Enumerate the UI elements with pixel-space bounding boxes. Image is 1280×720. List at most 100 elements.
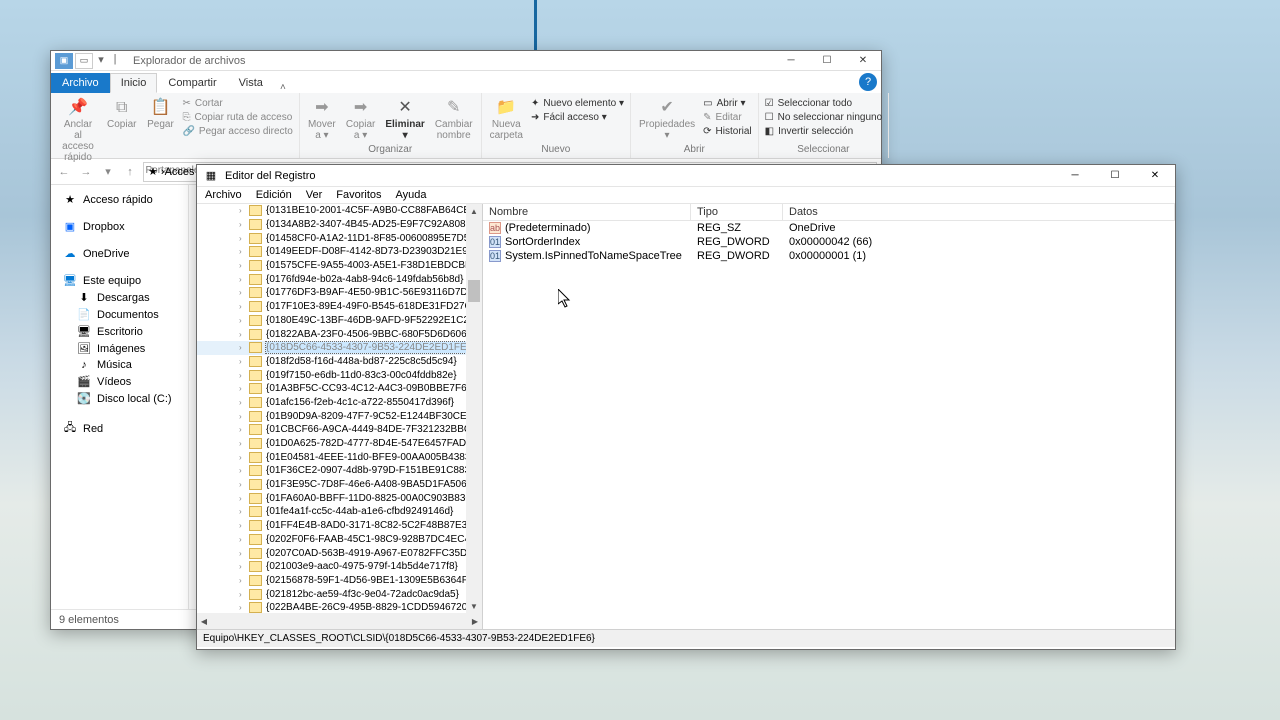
tab-archivo[interactable]: Archivo (51, 73, 110, 93)
cut-button[interactable]: ✂Cortar (180, 97, 294, 110)
tree-key-row[interactable]: ›{01F3E95C-7D8F-46e6-A408-9BA5D1FA5067} (197, 478, 482, 492)
tree-key-row[interactable]: ›{01FA60A0-BBFF-11D0-8825-00A0C903B83C} (197, 491, 482, 505)
history-button[interactable]: ⟳Historial (701, 125, 754, 138)
explorer-titlebar[interactable]: ▣ ▭ ▾ | Explorador de archivos ─ ☐ ✕ (51, 51, 881, 71)
paste-button[interactable]: 📋Pegar (142, 95, 178, 132)
select-all-button[interactable]: ☑Seleccionar todo (763, 97, 884, 110)
regedit-tree-hscroll[interactable]: ◀ ▶ (197, 613, 482, 629)
sidebar-desktop[interactable]: 🖥Escritorio (55, 323, 184, 340)
tree-key-row[interactable]: ›{01B90D9A-8209-47F7-9C52-E1244BF30CED} (197, 409, 482, 423)
tree-key-row[interactable]: ›{019f7150-e6db-11d0-83c3-00c04fddb82e} (197, 368, 482, 382)
col-type[interactable]: Tipo (691, 204, 783, 220)
pin-button[interactable]: 📌Anclar al acceso rápido (55, 95, 101, 165)
select-none-button[interactable]: ☐No seleccionar ninguno (763, 111, 884, 124)
tree-key-row[interactable]: ›{01575CFE-9A55-4003-A5E1-F38D1EBDCBE1} (197, 259, 482, 273)
scroll-up-icon[interactable]: ▲ (466, 204, 482, 218)
open-button[interactable]: ▭Abrir ▾ (701, 97, 754, 110)
tab-inicio[interactable]: Inicio (110, 73, 158, 93)
regedit-tree-vscroll[interactable]: ▲ ▼ (466, 204, 482, 613)
tree-key-row[interactable]: ›{0149EEDF-D08F-4142-8D73-D23903D21E90} (197, 245, 482, 259)
sidebar-this-pc[interactable]: 🖥Este equipo (55, 272, 184, 289)
scroll-down-icon[interactable]: ▼ (466, 599, 482, 613)
tree-key-row[interactable]: ›{01458CF0-A1A2-11D1-8F85-00600895E7D5} (197, 231, 482, 245)
new-folder-button[interactable]: 📁Nueva carpeta (486, 95, 527, 143)
tree-key-row[interactable]: ›{021003e9-aac0-4975-979f-14b5d4e717f8} (197, 560, 482, 574)
value-row[interactable]: 01SortOrderIndexREG_DWORD0x00000042 (66) (483, 235, 1175, 249)
rename-button[interactable]: ✎Cambiar nombre (431, 95, 477, 143)
nav-up-button[interactable]: ↑ (121, 163, 139, 181)
regedit-close-button[interactable]: ✕ (1135, 166, 1175, 186)
paste-shortcut-button[interactable]: 🔗Pegar acceso directo (180, 125, 294, 138)
explorer-maximize-button[interactable]: ☐ (809, 52, 845, 70)
new-item-button[interactable]: ✦Nuevo elemento ▾ (529, 97, 626, 110)
sidebar-videos[interactable]: 🎬Vídeos (55, 373, 184, 390)
tree-key-row[interactable]: ›{01CBCF66-A9CA-4449-84DE-7F321232BBC7} (197, 423, 482, 437)
menu-edicion[interactable]: Edición (256, 189, 292, 201)
sidebar-dropbox[interactable]: ▣Dropbox (55, 218, 184, 235)
tree-key-row[interactable]: ›{018D5C66-4533-4307-9B53-224DE2ED1FE6} (197, 341, 482, 355)
qat-folder-icon[interactable]: ▣ (55, 53, 73, 69)
qat-customize-icon[interactable]: ▾ (95, 53, 107, 69)
properties-button[interactable]: ✔Propiedades ▾ (635, 95, 699, 143)
sidebar-onedrive[interactable]: ☁OneDrive (55, 245, 184, 262)
nav-back-button[interactable]: ← (55, 163, 73, 181)
tree-key-row[interactable]: ›{018f2d58-f16d-448a-bd87-225c8c5d5c94} (197, 355, 482, 369)
delete-button[interactable]: ✕Eliminar ▾ (381, 95, 428, 143)
tree-key-row[interactable]: ›{02156878-59F1-4D56-9BE1-1309E5B6364F} (197, 574, 482, 588)
sidebar-pictures[interactable]: 🖼Imágenes (55, 340, 184, 357)
col-name[interactable]: Nombre (483, 204, 691, 220)
tree-key-row[interactable]: ›{01E04581-4EEE-11d0-BFE9-00AA005B4383} (197, 450, 482, 464)
qat-props-icon[interactable]: ▭ (75, 53, 93, 69)
tree-key-row[interactable]: ›{021812bc-ae59-4f3c-9e04-72adc0ac9da5} (197, 587, 482, 601)
tree-key-row[interactable]: ›{0207C0AD-563B-4919-A967-E0782FFC35D1} (197, 546, 482, 560)
value-row[interactable]: 01System.IsPinnedToNameSpaceTreeREG_DWOR… (483, 249, 1175, 263)
move-to-button[interactable]: ➡Mover a ▾ (304, 95, 340, 143)
sidebar-documents[interactable]: 📄Documentos (55, 306, 184, 323)
tab-compartir[interactable]: Compartir (157, 73, 227, 93)
tree-key-row[interactable]: ›{01822ABA-23F0-4506-9BBC-680F5D6D606C} (197, 327, 482, 341)
tree-key-row[interactable]: ›{0134A8B2-3407-4B45-AD25-E9F7C92A808C} (197, 218, 482, 232)
ribbon-collapse-icon[interactable]: ˄ (274, 82, 292, 93)
tree-key-row[interactable]: ›{01A3BF5C-CC93-4C12-A4C3-09B0BBE7F63F} (197, 382, 482, 396)
scroll-right-icon[interactable]: ▶ (468, 613, 482, 629)
help-icon[interactable]: ? (859, 73, 877, 91)
invert-selection-button[interactable]: ◧Invertir selección (763, 125, 884, 138)
value-row[interactable]: ab(Predeterminado)REG_SZOneDrive (483, 221, 1175, 235)
menu-ver[interactable]: Ver (306, 189, 323, 201)
explorer-minimize-button[interactable]: ─ (773, 52, 809, 70)
tree-key-row[interactable]: ›{01776DF3-B9AF-4E50-9B1C-56E93116D7D4} (197, 286, 482, 300)
sidebar-quick-access[interactable]: ★Acceso rápido (55, 191, 184, 208)
regedit-maximize-button[interactable]: ☐ (1095, 166, 1135, 186)
col-data[interactable]: Datos (783, 204, 1175, 220)
menu-archivo[interactable]: Archivo (205, 189, 242, 201)
tree-key-row[interactable]: ›{01FF4E4B-8AD0-3171-8C82-5C2F48B87E3D} (197, 519, 482, 533)
sidebar-music[interactable]: ♪Música (55, 357, 184, 373)
tree-key-row[interactable]: ›{01afc156-f2eb-4c1c-a722-8550417d396f} (197, 396, 482, 410)
tab-vista[interactable]: Vista (228, 73, 274, 93)
tree-key-row[interactable]: ›{01fe4a1f-cc5c-44ab-a1e6-cfbd9249146d} (197, 505, 482, 519)
sidebar-local-disk[interactable]: 💽Disco local (C:) (55, 390, 184, 407)
tree-key-row[interactable]: ›{01F36CE2-0907-4d8b-979D-F151BE91C883} (197, 464, 482, 478)
copy-button[interactable]: ⧉Copiar (103, 95, 140, 132)
regedit-minimize-button[interactable]: ─ (1055, 166, 1095, 186)
menu-ayuda[interactable]: Ayuda (396, 189, 427, 201)
tree-key-row[interactable]: ›{0176fd94e-b02a-4ab8-94c6-149fdab56b8d} (197, 272, 482, 286)
nav-forward-button[interactable]: → (77, 163, 95, 181)
nav-recent-button[interactable]: ▾ (99, 163, 117, 181)
tree-key-row[interactable]: ›{0180E49C-13BF-46DB-9AFD-9F52292E1C22} (197, 314, 482, 328)
edit-button[interactable]: ✎Editar (701, 111, 754, 124)
tree-key-row[interactable]: ›{01D0A625-782D-4777-8D4E-547E6457FAD5} (197, 437, 482, 451)
menu-favoritos[interactable]: Favoritos (336, 189, 381, 201)
tree-key-row[interactable]: ›{017F10E3-89E4-49F0-B545-618DE31FD27C} (197, 300, 482, 314)
tree-key-row[interactable]: ›{0202F0F6-FAAB-45C1-98C9-928B7DC4EC40} (197, 533, 482, 547)
scroll-thumb[interactable] (468, 280, 480, 302)
tree-key-row[interactable]: ›{0131BE10-2001-4C5F-A9B0-CC88FAB64CE8} (197, 204, 482, 218)
scroll-left-icon[interactable]: ◀ (197, 613, 211, 629)
easy-access-button[interactable]: ➜Fácil acceso ▾ (529, 111, 626, 124)
copy-path-button[interactable]: ⎘Copiar ruta de acceso (180, 111, 294, 124)
copy-to-button[interactable]: ➡Copiar a ▾ (342, 95, 379, 143)
sidebar-network[interactable]: 🖧Red (55, 417, 184, 440)
explorer-close-button[interactable]: ✕ (845, 52, 881, 70)
sidebar-downloads[interactable]: ⬇Descargas (55, 289, 184, 306)
regedit-titlebar[interactable]: ▦ Editor del Registro ─ ☐ ✕ (197, 165, 1175, 187)
